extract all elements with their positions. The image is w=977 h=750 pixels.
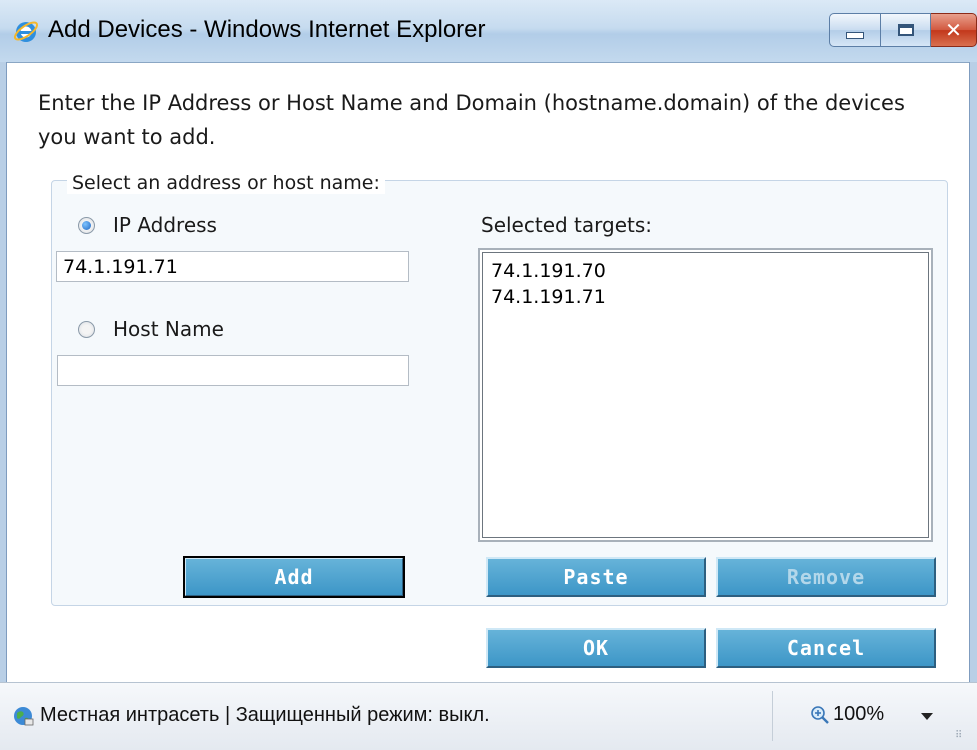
- resize-grip-icon[interactable]: ⠿: [955, 730, 962, 741]
- close-icon: ✕: [945, 18, 962, 42]
- group-legend: Select an address or host name:: [67, 172, 385, 194]
- window-frame-right: [969, 62, 977, 682]
- list-item[interactable]: 74.1.191.70: [483, 258, 928, 284]
- close-button[interactable]: ✕: [931, 13, 977, 47]
- zoom-icon[interactable]: [810, 705, 830, 725]
- intro-text: Enter the IP Address or Host Name and Do…: [38, 91, 905, 149]
- status-bar: Местная интрасеть | Защищенный режим: вы…: [0, 682, 977, 750]
- selected-targets-label: Selected targets:: [481, 213, 653, 237]
- maximize-button[interactable]: [881, 13, 931, 47]
- radio-selected-dot: [82, 220, 91, 230]
- minimize-icon: [846, 31, 864, 39]
- window-frame-left: [0, 62, 7, 682]
- ip-address-radio[interactable]: [78, 216, 95, 234]
- remove-button[interactable]: Remove: [716, 557, 936, 597]
- ip-address-option[interactable]: IP Address: [78, 213, 217, 237]
- zoom-dropdown-icon[interactable]: [921, 713, 933, 720]
- status-separator: [772, 691, 773, 741]
- security-zone-text[interactable]: Местная интрасеть | Защищенный режим: вы…: [40, 704, 490, 727]
- add-button[interactable]: Add: [183, 556, 405, 598]
- selected-targets-list[interactable]: 74.1.191.70 74.1.191.71: [478, 248, 933, 542]
- maximize-icon: [897, 24, 914, 36]
- host-name-option[interactable]: Host Name: [78, 317, 224, 341]
- host-name-input[interactable]: [57, 355, 409, 386]
- selected-targets-list-inner: 74.1.191.70 74.1.191.71: [482, 252, 929, 538]
- list-item[interactable]: 74.1.191.71: [483, 284, 928, 310]
- ip-address-input[interactable]: [56, 251, 409, 282]
- window-title: Add Devices - Windows Internet Explorer: [48, 16, 486, 43]
- zoom-level[interactable]: 100%: [833, 703, 884, 726]
- cancel-button[interactable]: Cancel: [716, 628, 936, 668]
- ip-address-label[interactable]: IP Address: [113, 213, 217, 237]
- internet-explorer-icon: [13, 21, 39, 42]
- paste-button[interactable]: Paste: [486, 557, 706, 597]
- window-controls: ✕: [829, 13, 977, 47]
- host-name-label[interactable]: Host Name: [113, 317, 224, 341]
- globe-icon: [14, 707, 34, 726]
- host-name-radio[interactable]: [78, 320, 95, 338]
- ok-button[interactable]: OK: [486, 628, 706, 668]
- title-bar: Add Devices - Windows Internet Explorer …: [0, 0, 977, 63]
- minimize-button[interactable]: [829, 13, 881, 47]
